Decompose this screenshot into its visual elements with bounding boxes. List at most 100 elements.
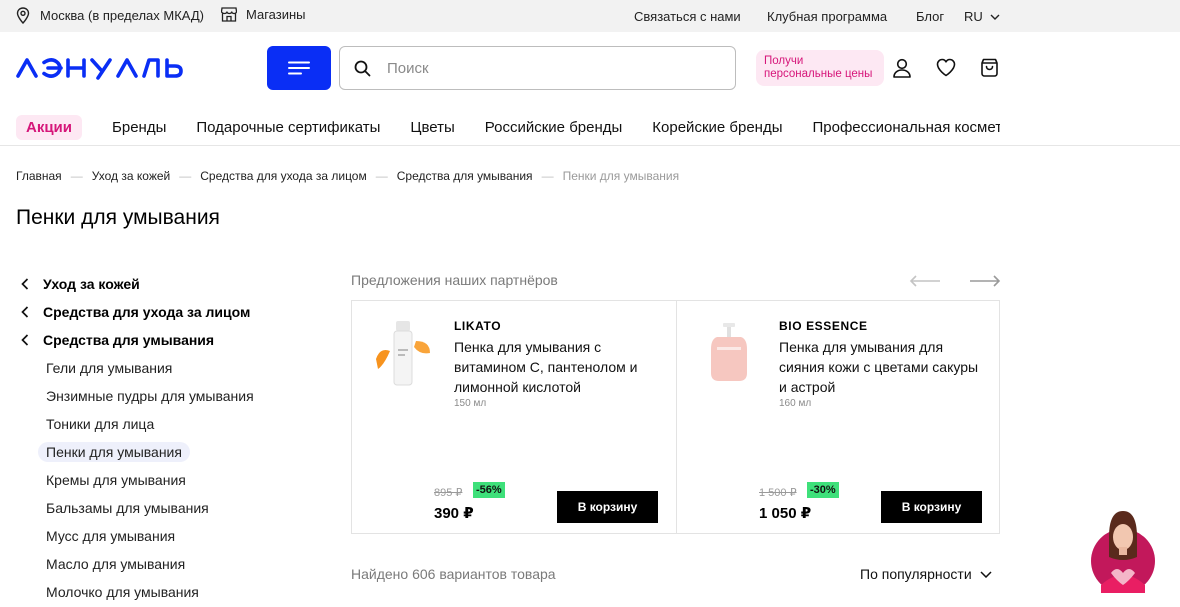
chevron-down-icon: [990, 14, 1000, 20]
sidebar-parent-label: Средства для ухода за лицом: [43, 304, 251, 320]
account-button[interactable]: [892, 58, 912, 83]
search-input[interactable]: [387, 59, 707, 77]
product-card[interactable]: BIO ESSENCE Пенка для умывания для сияни…: [676, 301, 1000, 533]
carousel-next-button[interactable]: [969, 274, 1001, 292]
nav-link[interactable]: Корейские бренды: [652, 119, 782, 136]
sidebar-item[interactable]: Тоники для лица: [16, 410, 306, 438]
blog-label: Блог: [916, 9, 945, 24]
blog-link[interactable]: Блог: [916, 9, 944, 24]
sidebar-item[interactable]: Масло для умывания: [16, 550, 306, 578]
sidebar-item-label: Энзимные пудры для умывания: [46, 388, 254, 404]
results-count: Найдено 606 вариантов товара: [351, 566, 556, 582]
sidebar-item-label: Бальзамы для умывания: [46, 500, 209, 516]
sidebar-item-label: Тоники для лица: [46, 416, 155, 432]
nav-link[interactable]: Цветы: [410, 119, 454, 136]
product-image: [376, 321, 430, 386]
breadcrumb-item[interactable]: Средства для умывания: [397, 169, 533, 183]
sidebar-item-label: Молочко для умывания: [46, 584, 199, 600]
sidebar-item-label: Гели для умывания: [46, 360, 173, 376]
sidebar-item[interactable]: Кремы для умывания: [16, 466, 306, 494]
cart-button[interactable]: [980, 58, 999, 82]
product-name[interactable]: Пенка для умывания для сияния кожи с цве…: [779, 337, 979, 397]
sidebar-parent-face-care[interactable]: Средства для ухода за лицом: [16, 298, 306, 326]
shopping-bag-icon: [981, 58, 998, 77]
stores-link[interactable]: Магазины: [221, 7, 306, 22]
contact-label: Связаться с нами: [634, 9, 741, 24]
product-brand: BIO ESSENCE: [779, 319, 868, 333]
product-name[interactable]: Пенка для умывания с витамином С, пантен…: [454, 337, 654, 397]
location-pin-icon: [16, 7, 30, 24]
contact-link[interactable]: Связаться с нами: [634, 9, 741, 24]
assistant-avatar-button[interactable]: [1091, 507, 1155, 593]
product-volume: 160 мл: [779, 398, 812, 409]
product-volume: 150 мл: [454, 398, 487, 409]
page-title: Пенки для умывания: [16, 206, 220, 229]
promo-label: Получи персональные цены: [764, 55, 873, 80]
sidebar-item[interactable]: Гели для умывания: [16, 354, 306, 382]
sort-dropdown[interactable]: По популярности: [860, 566, 992, 582]
nav-link[interactable]: Российские бренды: [485, 119, 623, 136]
add-to-cart-button[interactable]: В корзину: [881, 491, 982, 523]
breadcrumb-current: Пенки для умывания: [562, 169, 680, 183]
stores-label: Магазины: [246, 7, 306, 22]
search-icon: [354, 60, 371, 76]
chevron-down-icon: [980, 570, 992, 578]
sidebar-parent-label: Средства для умывания: [43, 332, 215, 348]
nav-sales[interactable]: Акции: [16, 114, 83, 140]
discount-badge: -30%: [807, 482, 839, 498]
letual-logo: [16, 58, 183, 80]
language-label: RU: [964, 9, 983, 24]
sidebar-item[interactable]: Энзимные пудры для умывания: [16, 382, 306, 410]
category-sidebar: Уход за кожей Средства для ухода за лицо…: [16, 270, 306, 606]
product-price: 390 ₽: [434, 505, 474, 522]
nav-link[interactable]: Бренды: [112, 119, 166, 136]
breadcrumb-separator: —: [70, 169, 83, 183]
sort-label: По популярности: [860, 566, 972, 582]
sidebar-item[interactable]: Молочко для умывания: [16, 578, 306, 606]
breadcrumb-item[interactable]: Уход за кожей: [92, 169, 171, 183]
main-nav: Акции Бренды Подарочные сертификаты Цвет…: [16, 114, 1000, 140]
breadcrumb-item[interactable]: Главная: [16, 169, 62, 183]
heart-icon: [936, 58, 956, 77]
sidebar-item-label: Кремы для умывания: [46, 472, 186, 488]
carousel-prev-button[interactable]: [909, 274, 941, 292]
breadcrumb: Главная — Уход за кожей — Средства для ухо…: [16, 169, 679, 183]
sidebar-parent-label: Уход за кожей: [43, 276, 140, 292]
user-icon: [893, 58, 911, 78]
nav-link[interactable]: Профессиональная космети: [813, 119, 1001, 136]
sidebar-item[interactable]: Бальзамы для умывания: [16, 494, 306, 522]
product-brand: LIKATO: [454, 319, 502, 333]
language-selector[interactable]: RU: [964, 9, 1000, 24]
personal-prices-banner[interactable]: Получи персональные цены: [756, 50, 884, 86]
club-link[interactable]: Клубная программа: [767, 9, 887, 24]
menu-icon: [288, 61, 310, 75]
sidebar-item-active[interactable]: Пенки для умывания: [16, 438, 306, 466]
sidebar-item-label: Пенки для умывания: [38, 442, 190, 462]
partner-offers: LIKATO Пенка для умывания с витамином С,…: [351, 300, 1000, 534]
favorites-button[interactable]: [936, 58, 956, 82]
sidebar-parent-skin-care[interactable]: Уход за кожей: [16, 270, 306, 298]
arrow-right-icon: [970, 275, 1001, 287]
sidebar-item-label: Мусс для умывания: [46, 528, 176, 544]
product-image: [711, 323, 747, 381]
sidebar-parent-cleansing[interactable]: Средства для умывания: [16, 326, 306, 354]
breadcrumb-separator: —: [375, 169, 388, 183]
nav-link[interactable]: Подарочные сертификаты: [196, 119, 380, 136]
sidebar-item-label: Масло для умывания: [46, 556, 186, 572]
divider: [0, 145, 1180, 146]
top-bar: Москва (в пределах МКАД) Магазины Связат…: [0, 0, 1180, 32]
catalog-menu-button[interactable]: [267, 46, 331, 90]
sidebar-item[interactable]: Мусс для умывания: [16, 522, 306, 550]
add-to-cart-button[interactable]: В корзину: [557, 491, 658, 523]
site-logo[interactable]: [16, 56, 188, 85]
location-selector[interactable]: Москва (в пределах МКАД): [16, 7, 204, 24]
product-card[interactable]: LIKATO Пенка для умывания с витамином С,…: [352, 301, 676, 533]
chevron-left-icon: [21, 278, 29, 290]
breadcrumb-item[interactable]: Средства для ухода за лицом: [200, 169, 367, 183]
discount-badge: -56%: [473, 482, 505, 498]
search-box[interactable]: [339, 46, 736, 90]
assistant-avatar: [1091, 511, 1155, 593]
partners-title: Предложения наших партнёров: [351, 272, 558, 288]
product-price: 1 050 ₽: [759, 505, 812, 522]
breadcrumb-separator: —: [541, 169, 554, 183]
